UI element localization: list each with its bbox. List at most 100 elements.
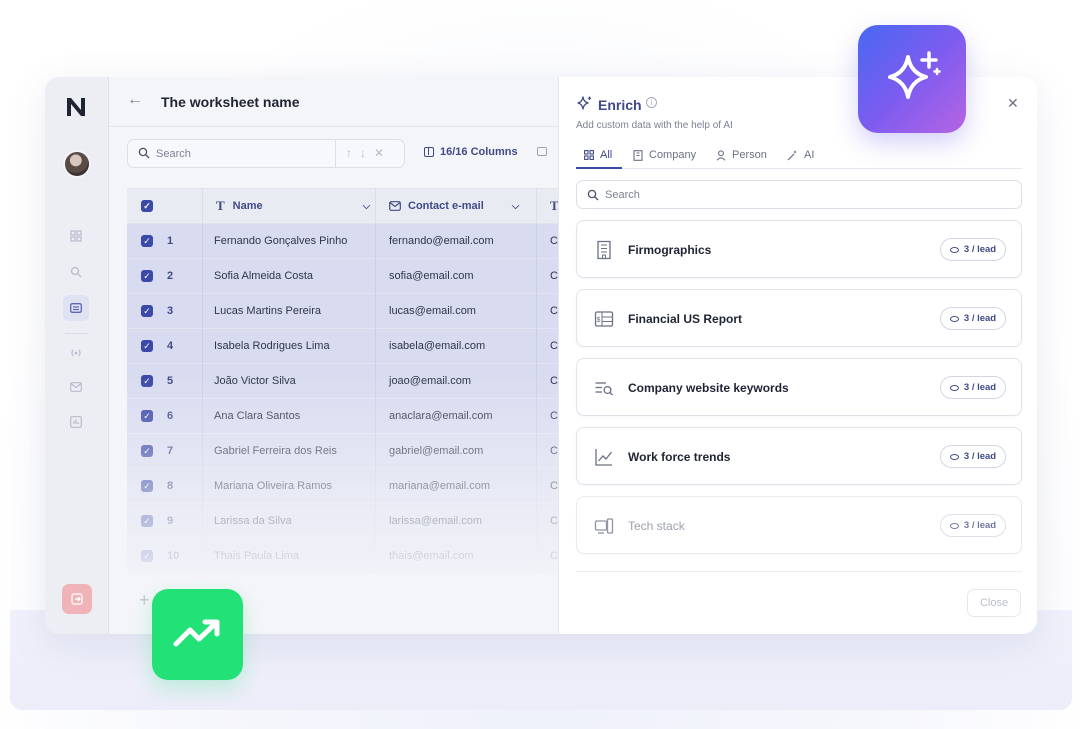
cell-extra[interactable]: C: [550, 235, 558, 247]
chevron-down-icon[interactable]: ⌵: [512, 201, 520, 212]
search-input[interactable]: Search: [156, 148, 191, 160]
column-divider: [375, 364, 376, 399]
row-checkbox[interactable]: ✓: [141, 270, 153, 282]
column-divider: [202, 259, 203, 294]
cell-name[interactable]: Ana Clara Santos: [214, 410, 300, 422]
cell-email[interactable]: sofia@email.com: [389, 270, 474, 282]
close-icon[interactable]: ✕: [1007, 95, 1019, 112]
row-checkbox[interactable]: ✓: [141, 340, 153, 352]
row-checkbox[interactable]: ✓: [141, 480, 153, 492]
more-options-icon[interactable]: [537, 147, 547, 156]
search-nav-controls[interactable]: ↑↓✕: [346, 146, 392, 160]
person-icon: [716, 149, 726, 161]
cell-name[interactable]: Thais Paula Lima: [214, 550, 299, 562]
table-row[interactable]: ✓ 8 Mariana Oliveira Ramos mariana@email.co…: [127, 469, 609, 504]
cell-extra[interactable]: C: [550, 445, 558, 457]
app-logo-icon[interactable]: [63, 94, 89, 120]
cell-email[interactable]: fernando@email.com: [389, 235, 494, 247]
table-row[interactable]: ✓ 6 Ana Clara Santos anaclara@email.com C: [127, 399, 609, 434]
active-tab-indicator: [576, 167, 622, 169]
column-divider: [375, 259, 376, 294]
table-row[interactable]: ✓ 9 Larissa da Silva larissa@email.com C: [127, 504, 609, 539]
cell-name[interactable]: João Victor Silva: [214, 375, 296, 387]
cell-name[interactable]: Gabriel Ferreira dos Reis: [214, 445, 337, 457]
enrich-card-firmographics[interactable]: Firmographics 3 / lead: [576, 220, 1022, 278]
cell-name[interactable]: Larissa da Silva: [214, 515, 292, 527]
tab-company[interactable]: Company: [633, 149, 696, 161]
enrich-search-field[interactable]: Search: [576, 180, 1022, 209]
cell-email[interactable]: larissa@email.com: [389, 515, 482, 527]
search-toolbar: Search ↑↓✕: [127, 139, 405, 168]
search-icon: [138, 147, 150, 159]
row-checkbox[interactable]: ✓: [141, 235, 153, 247]
back-arrow-icon[interactable]: ←: [127, 91, 143, 109]
cell-name[interactable]: Sofia Almeida Costa: [214, 270, 313, 282]
tab-person[interactable]: Person: [716, 149, 767, 161]
chevron-down-icon[interactable]: ⌵: [363, 201, 371, 212]
avatar[interactable]: [63, 150, 91, 178]
cell-email[interactable]: joao@email.com: [389, 375, 471, 387]
select-all-checkbox[interactable]: ✓: [141, 189, 153, 223]
table-row[interactable]: ✓ 5 João Victor Silva joao@email.com C: [127, 364, 609, 399]
worksheet-icon[interactable]: [63, 295, 89, 321]
row-checkbox[interactable]: ✓: [141, 410, 153, 422]
grid-icon: [584, 150, 594, 160]
cell-extra[interactable]: C: [550, 410, 558, 422]
cell-extra[interactable]: C: [550, 340, 558, 352]
trend-chart-icon: [595, 449, 613, 466]
table-row[interactable]: ✓ 10 Thais Paula Lima thais@email.com C: [127, 539, 609, 574]
broadcast-icon[interactable]: [67, 344, 85, 362]
row-checkbox[interactable]: ✓: [141, 515, 153, 527]
cell-extra[interactable]: C: [550, 375, 558, 387]
table-row[interactable]: ✓ 4 Isabela Rodrigues Lima isabela@email.co…: [127, 329, 609, 364]
search-icon[interactable]: [67, 263, 85, 281]
mail-icon[interactable]: [67, 378, 85, 396]
table-row[interactable]: ✓ 7 Gabriel Ferreira dos Reis gabriel@email…: [127, 434, 609, 469]
cell-name[interactable]: Lucas Martins Pereira: [214, 305, 321, 317]
info-icon[interactable]: i: [646, 97, 657, 108]
column-divider: [375, 224, 376, 259]
column-header-email[interactable]: Contact e-mail ⌵: [389, 189, 519, 223]
enrich-card-website-keywords[interactable]: Company website keywords 3 / lead: [576, 358, 1022, 416]
cell-extra[interactable]: C: [550, 515, 558, 527]
enrich-card-financial-report[interactable]: $ Financial US Report 3 / lead: [576, 289, 1022, 347]
tab-all[interactable]: All: [584, 149, 612, 161]
cell-email[interactable]: thais@email.com: [389, 550, 474, 562]
columns-button[interactable]: 16/16 Columns: [424, 146, 518, 158]
tab-label: Person: [732, 149, 767, 161]
column-divider: [536, 224, 537, 259]
reports-icon[interactable]: [67, 413, 85, 431]
cell-extra[interactable]: C: [550, 270, 558, 282]
column-header-label: Name: [232, 200, 263, 212]
table-row[interactable]: ✓ 2 Sofia Almeida Costa sofia@email.com C: [127, 259, 609, 294]
logout-button[interactable]: [62, 584, 92, 614]
cell-email[interactable]: mariana@email.com: [389, 480, 490, 492]
cell-email[interactable]: lucas@email.com: [389, 305, 476, 317]
dashboard-icon[interactable]: [67, 227, 85, 245]
cell-extra[interactable]: C: [550, 305, 558, 317]
close-button[interactable]: Close: [967, 589, 1021, 617]
cell-name[interactable]: Mariana Oliveira Ramos: [214, 480, 332, 492]
cell-email[interactable]: gabriel@email.com: [389, 445, 483, 457]
enrich-card-tech-stack[interactable]: Tech stack 3 / lead: [576, 496, 1022, 554]
cell-name[interactable]: Fernando Gonçalves Pinho: [214, 235, 347, 247]
cell-name[interactable]: Isabela Rodrigues Lima: [214, 340, 330, 352]
row-checkbox[interactable]: ✓: [141, 550, 153, 562]
add-row-icon[interactable]: +: [139, 590, 150, 611]
table-row[interactable]: ✓ 1 Fernando Gonçalves Pinho fernando@email…: [127, 224, 609, 259]
table-row[interactable]: ✓ 3 Lucas Martins Pereira lucas@email.com C: [127, 294, 609, 329]
column-divider: [202, 224, 203, 259]
row-checkbox[interactable]: ✓: [141, 305, 153, 317]
row-checkbox[interactable]: ✓: [141, 375, 153, 387]
enrich-search-input[interactable]: Search: [605, 189, 640, 201]
cell-email[interactable]: isabela@email.com: [389, 340, 485, 352]
cell-extra[interactable]: C: [550, 480, 558, 492]
cell-extra[interactable]: C: [550, 550, 558, 562]
enrich-tabs: All Company Person AI: [576, 147, 1022, 169]
row-checkbox[interactable]: ✓: [141, 445, 153, 457]
tab-ai[interactable]: AI: [787, 149, 814, 161]
column-header-name[interactable]: T Name ⌵: [216, 189, 370, 223]
cell-email[interactable]: anaclara@email.com: [389, 410, 493, 422]
enrich-card-work-force-trends[interactable]: Work force trends 3 / lead: [576, 427, 1022, 485]
text-type-icon: T: [216, 198, 225, 213]
